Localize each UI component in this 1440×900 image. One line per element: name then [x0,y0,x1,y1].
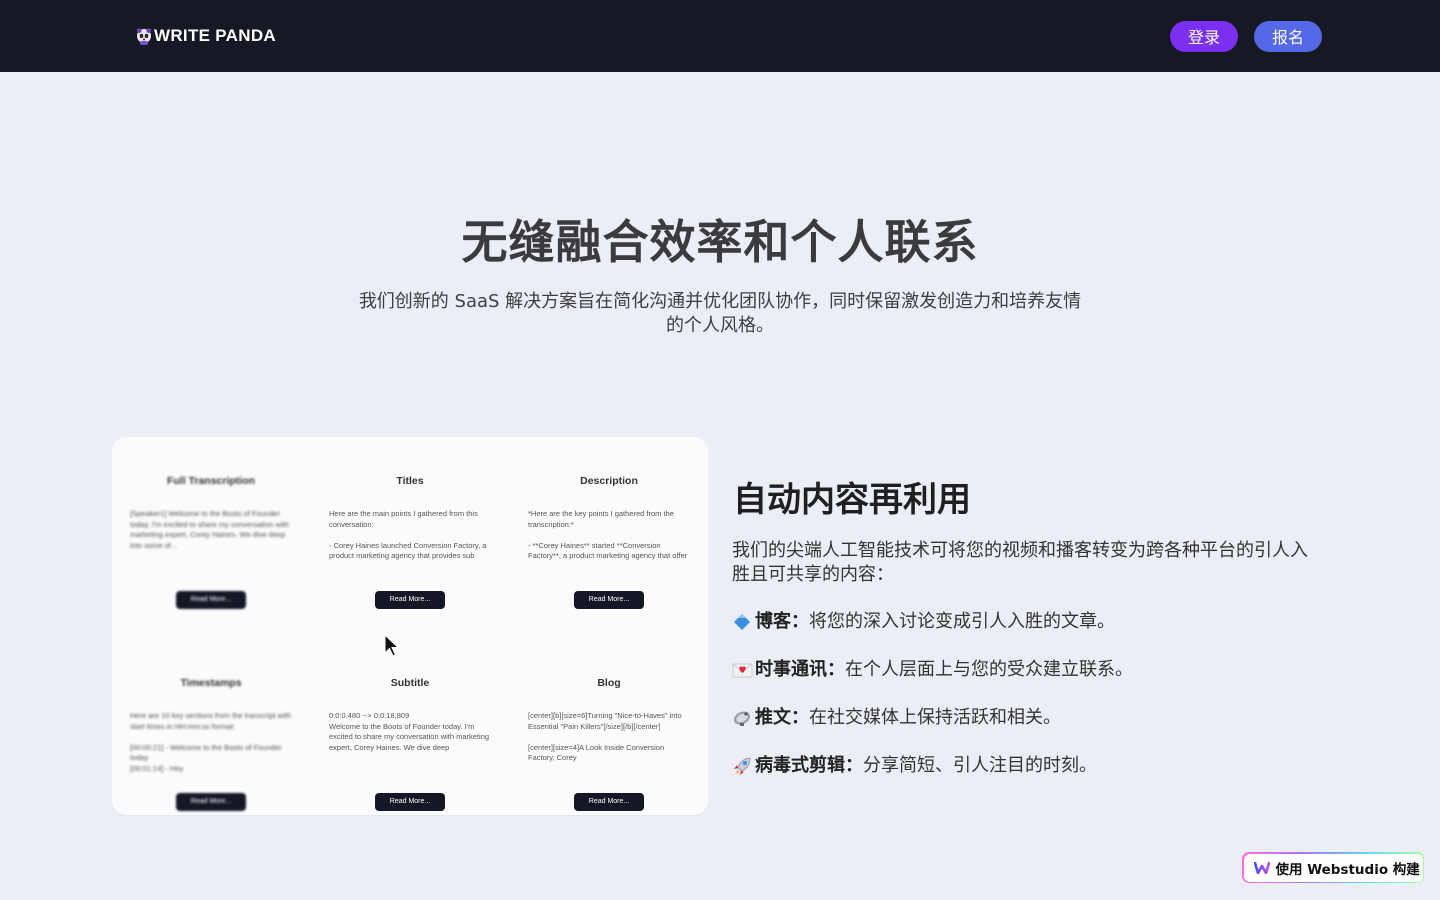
feature-item-blog: 博客：将您的深入讨论变成引人入胜的文章。 [732,610,1115,634]
satellite-dish-icon [733,711,751,726]
rocket-icon [734,757,751,775]
preview-card-title: Description [580,475,638,487]
preview-card-subtitle: Subtitle 0:0:0.480 --> 0:0:18,809 Welcom… [311,677,509,811]
preview-card-body: Here are the main points I gathered from… [329,509,487,560]
preview-card-body: [Speaker1] Welcome to the Boots of Found… [130,509,289,550]
preview-card-body: [center][b][size=6]Turning "Nice-to-Have… [528,711,682,762]
built-with-webstudio-badge[interactable]: 使用 Webstudio 构建 [1242,852,1424,883]
feature-item-separator: ： [845,755,863,776]
badge-label: 使用 Webstudio 构建 [1275,861,1420,878]
logo[interactable]: WRITE PANDA [136,26,276,46]
preview-card-body: 0:0:0.480 --> 0:0:18,809 Welcome to the … [329,711,490,752]
preview-card-timestamps: Timestamps Here are 10 key sections from… [112,677,310,811]
preview-card-body: *Here are the key points I gathered from… [528,509,688,560]
content-preview-image: Full Transcription [Speaker1] Welcome to… [112,437,708,815]
feature-item-label: 时事通讯 [755,659,827,680]
read-more-button: Read More... [375,793,445,811]
webstudio-logo-icon [1253,861,1270,874]
preview-card-title: Subtitle [390,677,430,689]
feature-description: 我们的尖端人工智能技术可将您的视频和播客转变为跨各种平台的引人入胜且可共享的内容… [732,540,1308,585]
preview-card-title: Blog [597,677,621,689]
feature-item-separator: ： [827,659,845,680]
preview-card-titles: Titles Here are the main points I gather… [311,475,509,609]
signup-button[interactable]: 报名 [1253,20,1322,52]
feature-item-text: 在个人层面上与您的受众建立联系。 [845,659,1133,680]
logo-text: WRITE PANDA [154,26,276,45]
read-more-button: Read More... [176,793,246,811]
read-more-button: Read More... [375,591,445,609]
feature-item-separator: ： [791,611,809,632]
preview-card-blog: Blog [center][b][size=6]Turning "Nice-to… [510,677,708,811]
feature-item-text: 将您的深入讨论变成引人入胜的文章。 [809,611,1115,632]
header-actions: 登录 报名 [1169,20,1322,52]
feature-item-text: 在社交媒体上保持活跃和相关。 [809,707,1061,728]
mouse-cursor-icon [384,634,400,657]
preview-card-description: Description *Here are the key points I g… [510,475,708,609]
hero-title: 无缝融合效率和个人联系 [461,215,979,269]
feature-item-newsletter: 时事通讯：在个人层面上与您的受众建立联系。 [732,658,1133,682]
badge-content: 使用 Webstudio 构建 [1243,853,1423,882]
love-letter-icon [732,663,753,678]
hero-subtitle: 我们创新的 SaaS 解决方案旨在简化沟通并优化团队协作，同时保留激发创造力和培… [358,291,1082,336]
login-button[interactable]: 登录 [1169,20,1238,52]
read-more-button: Read More... [574,793,644,811]
feature-item-separator: ： [791,707,809,728]
preview-card-title: Titles [396,475,424,487]
preview-card-full-transcription: Full Transcription [Speaker1] Welcome to… [112,475,310,609]
blue-diamond-icon [734,614,750,630]
feature-title: 自动内容再利用 [733,480,971,520]
preview-card-title: Timestamps [180,677,242,689]
feature-item-label: 推文 [755,707,791,728]
feature-item-label: 病毒式剪辑 [755,755,845,776]
feature-item-text: 分享简短、引人注目的时刻。 [863,755,1097,776]
top-nav: WRITE PANDA 登录 报名 [0,0,1440,72]
panda-icon [136,28,152,45]
feature-item-label: 博客 [755,611,791,632]
preview-card-title: Full Transcription [166,475,256,487]
feature-item-tweets: 推文：在社交媒体上保持活跃和相关。 [732,706,1061,730]
read-more-button: Read More... [574,591,644,609]
feature-item-viral-clips: 病毒式剪辑：分享简短、引人注目的时刻。 [732,754,1097,778]
preview-card-body: Here are 10 key sections from the transc… [130,711,291,773]
read-more-button: Read More... [176,591,246,609]
